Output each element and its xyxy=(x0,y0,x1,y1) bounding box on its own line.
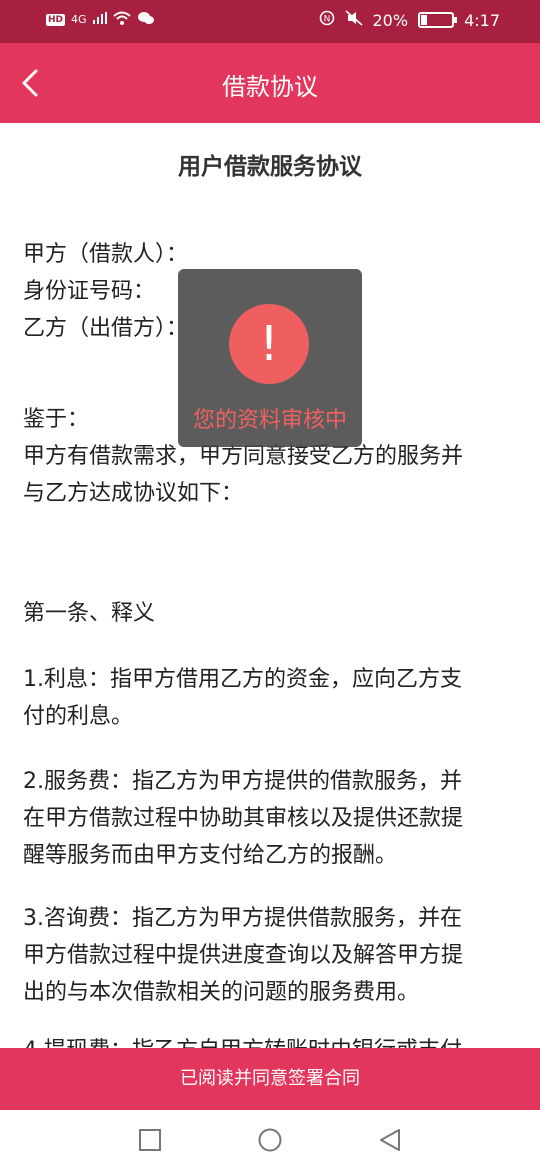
paragraph-line: 与乙方达成协议如下： xyxy=(23,481,244,506)
article-heading: 第一条、释义 xyxy=(23,601,156,626)
recent-apps-icon[interactable] xyxy=(138,1128,162,1152)
review-toast: ! 您的资料审核中 xyxy=(178,269,362,447)
paragraph-line: 4.提现费：指乙方自甲方转账时由银行或支付 xyxy=(23,1032,523,1048)
paragraph-line: 在甲方借款过程中协助其审核以及提供还款提 xyxy=(23,806,464,831)
paragraph-line: 甲方借款过程中提供进度查询以及解答甲方提 xyxy=(23,943,464,968)
status-left: HD 4G xyxy=(46,11,155,28)
home-icon[interactable] xyxy=(258,1128,282,1152)
battery-icon xyxy=(418,12,458,28)
paragraph-line: 醒等服务而由甲方支付给乙方的报酬。 xyxy=(23,843,398,868)
hd-badge: HD xyxy=(46,13,66,26)
signal-icon xyxy=(92,12,107,27)
system-nav-bar xyxy=(0,1110,540,1170)
toast-message: 您的资料审核中 xyxy=(192,408,347,433)
status-bar: HD 4G N 20% 4:17 xyxy=(0,0,540,43)
wechat-icon xyxy=(137,11,155,28)
network-badge: 4G xyxy=(71,13,87,26)
paragraph-line: 3.咨询费：指乙方为甲方提供借款服务，并在 xyxy=(23,906,462,931)
paragraph-line: 2.服务费：指乙方为甲方提供的借款服务，并 xyxy=(23,769,462,794)
agree-sign-button[interactable]: 已阅读并同意签署合同 xyxy=(0,1048,540,1110)
paragraph-line: 出的与本次借款相关的问题的服务费用。 xyxy=(23,980,420,1005)
party-a-line: 甲方（借款人）： xyxy=(23,242,189,267)
document-title: 用户借款服务协议 xyxy=(178,154,362,180)
wifi-icon xyxy=(112,11,131,28)
clock: 4:17 xyxy=(464,10,500,30)
status-right: N 20% 4:17 xyxy=(319,10,500,30)
back-triangle-icon[interactable] xyxy=(378,1128,402,1152)
svg-text:N: N xyxy=(323,15,330,25)
agreement-content[interactable]: 用户借款服务协议 甲方（借款人）： 身份证号码： 乙方（出借方）： 鉴于： 甲方… xyxy=(0,123,540,1048)
battery-fill xyxy=(421,15,428,25)
app-bar: 借款协议 xyxy=(0,43,540,123)
dnd-icon: N xyxy=(319,10,335,30)
alert-icon: ! xyxy=(229,304,309,384)
paragraph-line: 1.利息：指甲方借用乙方的资金，应向乙方支 xyxy=(23,667,462,692)
paragraph-line: 付的利息。 xyxy=(23,704,134,729)
page-title: 借款协议 xyxy=(222,73,318,101)
mute-icon xyxy=(344,10,363,30)
battery-percent: 20% xyxy=(372,10,409,30)
